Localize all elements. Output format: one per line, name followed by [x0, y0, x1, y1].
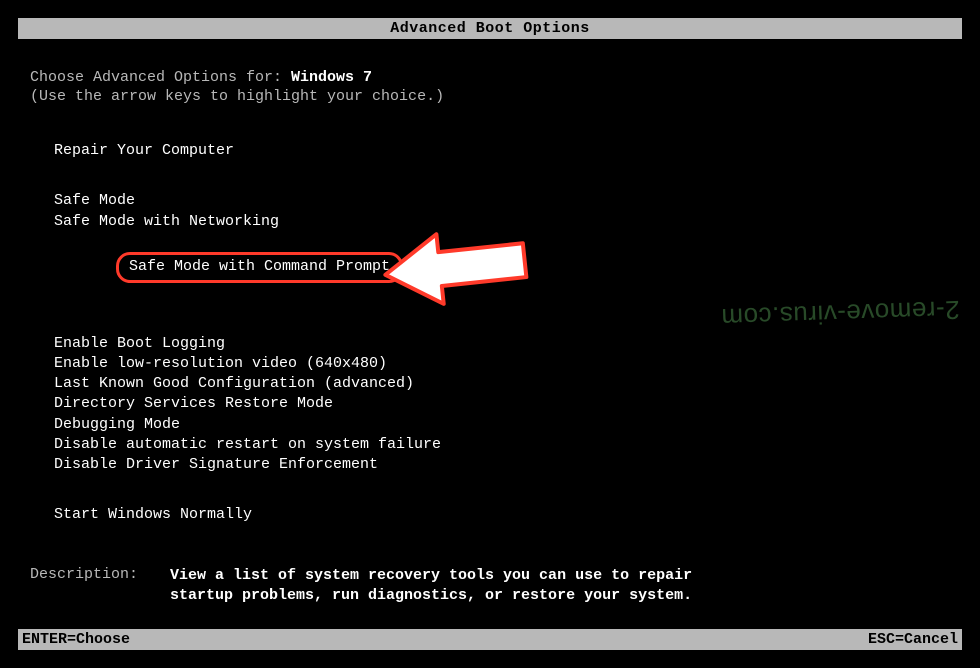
menu-item-start-normally[interactable]: Start Windows Normally: [54, 505, 950, 525]
footer-esc-label: ESC=Cancel: [868, 631, 958, 648]
menu-group-repair: Repair Your Computer: [54, 141, 950, 161]
menu-group-normal: Start Windows Normally: [54, 505, 950, 525]
hint-text: (Use the arrow keys to highlight your ch…: [30, 88, 950, 105]
menu-item-disable-auto-restart[interactable]: Disable automatic restart on system fail…: [54, 435, 950, 455]
description-label: Description:: [30, 566, 170, 607]
footer-enter-label: ENTER=Choose: [22, 631, 130, 648]
highlight-box: Safe Mode with Command Prompt: [116, 252, 403, 283]
description-text: View a list of system recovery tools you…: [170, 566, 730, 607]
arrow-annotation: [365, 223, 535, 313]
menu-item-low-res-video[interactable]: Enable low-resolution video (640x480): [54, 354, 950, 374]
title-text: Advanced Boot Options: [390, 20, 590, 37]
menu-item-safe-mode-cmd-prompt-label: Safe Mode with Command Prompt: [129, 258, 390, 275]
arrow-left-icon: [365, 223, 535, 313]
description-row: Description: View a list of system recov…: [30, 566, 950, 607]
menu-group-advanced: Enable Boot Logging Enable low-resolutio…: [54, 334, 950, 476]
menu-item-enable-boot-logging[interactable]: Enable Boot Logging: [54, 334, 950, 354]
menu-item-last-known-good[interactable]: Last Known Good Configuration (advanced): [54, 374, 950, 394]
footer-bar: ENTER=Choose ESC=Cancel: [18, 629, 962, 650]
content-area: Choose Advanced Options for: Windows 7 (…: [0, 39, 980, 606]
prompt-line: Choose Advanced Options for: Windows 7: [30, 69, 950, 86]
menu-item-ds-restore-mode[interactable]: Directory Services Restore Mode: [54, 394, 950, 414]
menu-item-disable-driver-sig[interactable]: Disable Driver Signature Enforcement: [54, 455, 950, 475]
menu-item-debugging-mode[interactable]: Debugging Mode: [54, 415, 950, 435]
os-name: Windows 7: [291, 69, 372, 86]
title-bar: Advanced Boot Options: [18, 18, 962, 39]
menu-item-repair-computer[interactable]: Repair Your Computer: [54, 141, 950, 161]
boot-menu[interactable]: Repair Your Computer Safe Mode Safe Mode…: [54, 141, 950, 526]
prompt-prefix: Choose Advanced Options for:: [30, 69, 291, 86]
menu-item-safe-mode[interactable]: Safe Mode: [54, 191, 950, 211]
